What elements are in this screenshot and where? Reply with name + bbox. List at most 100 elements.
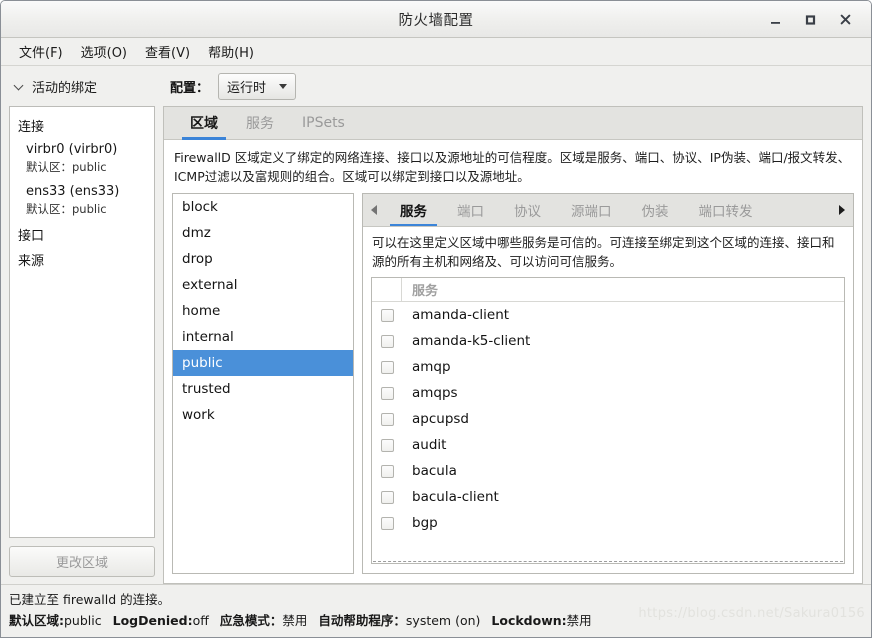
title-bar: 防火墙配置 [1,1,871,38]
window-controls [768,12,871,27]
connection-item[interactable]: ens33 (ens33) 默认区：public [10,180,154,222]
active-bindings-label: 活动的绑定 [32,80,98,96]
service-checkbox[interactable] [372,386,402,400]
status-automatic-helpers-key: 自动帮助程序： [318,613,406,628]
tab-zones[interactable]: 区域 [176,107,232,140]
service-name: bacula [412,463,457,479]
service-name: amqp [412,359,451,375]
minimize-icon[interactable] [768,12,783,27]
zone-list-item[interactable]: block [173,194,353,220]
subtab-source-ports[interactable]: 源端口 [556,194,627,226]
table-row[interactable]: audit [372,432,844,458]
subtab-services[interactable]: 服务 [385,194,442,226]
services-table-header: 服务 [372,278,844,302]
zones-description: FirewallD 区域定义了绑定的网络连接、接口以及源地址的可信程度。区域是服… [174,150,851,184]
service-checkbox[interactable] [372,490,402,504]
subtab-ports[interactable]: 端口 [442,194,499,226]
maximize-icon[interactable] [803,12,818,27]
service-name: bacula-client [412,489,499,505]
connection-name: ens33 (ens33) [26,184,120,199]
change-zone-button[interactable]: 更改区域 [9,546,155,577]
status-panic-mode: 应急模式：禁用 [220,613,308,628]
zone-detail-tabs: 服务 端口 协议 源端口 伪装 端口转发 [385,194,831,226]
menu-item-file[interactable]: 文件(F) [10,39,72,64]
subtab-protocols[interactable]: 协议 [499,194,556,226]
sidebar-group-connections[interactable]: 连接 [10,113,154,138]
configuration-select[interactable]: 运行时 [218,72,297,100]
status-automatic-helpers-value: system (on) [405,613,481,628]
service-name: amanda-k5-client [412,333,531,349]
menu-item-view[interactable]: 查看(V) [136,39,199,64]
chevron-right-icon[interactable] [831,194,853,226]
zone-list-item[interactable]: trusted [173,376,353,402]
zones-panes: block dmz drop external home internal pu… [164,193,862,583]
zone-list-item[interactable]: dmz [173,220,353,246]
status-bar: 已建立至 firewalld 的连接。 默认区域:public LogDenied… [1,584,871,637]
zone-list-item-selected[interactable]: public [173,350,353,376]
table-row[interactable]: apcupsd [372,406,844,432]
window-body: 连接 virbr0 (virbr0) 默认区：public ens33 (ens… [1,106,871,584]
service-name: audit [412,437,447,453]
service-checkbox[interactable] [372,464,402,478]
zone-list-item[interactable]: internal [173,324,353,350]
service-name: apcupsd [412,411,469,427]
services-description: 可以在这里定义区域中哪些服务是可信的。可连接至绑定到这个区域的连接、接口和源的所… [372,235,835,269]
status-logdenied-value: off [192,613,209,628]
service-checkbox[interactable] [372,412,402,426]
status-logdenied: LogDenied:off [113,613,209,628]
main-panel: 区域 服务 IPSets FirewallD 区域定义了绑定的网络连接、接口以及… [163,106,863,584]
chevron-down-icon [279,83,288,89]
chevron-down-icon [15,81,25,91]
status-default-zone-value: public [64,613,102,628]
service-name: amanda-client [412,307,510,323]
service-checkbox[interactable] [372,438,402,452]
table-row[interactable]: bgp [372,510,844,536]
service-checkbox[interactable] [372,334,402,348]
status-automatic-helpers: 自动帮助程序：system (on) [318,613,480,628]
zone-list-item[interactable]: work [173,402,353,428]
connection-name: virbr0 (virbr0) [26,142,118,157]
sidebar: 连接 virbr0 (virbr0) 默认区：public ens33 (ens… [1,106,161,584]
status-default-zone-key: 默认区域: [9,613,64,628]
connection-status-text: 已建立至 firewalld 的连接。 [9,592,171,607]
table-row[interactable]: amanda-client [372,302,844,328]
subtab-masquerading[interactable]: 伪装 [627,194,684,226]
service-checkbox[interactable] [372,516,402,530]
zone-list-item[interactable]: drop [173,246,353,272]
service-checkbox[interactable] [372,308,402,322]
tab-services[interactable]: 服务 [232,107,288,139]
menu-item-help[interactable]: 帮助(H) [199,39,263,64]
menu-item-options[interactable]: 选项(O) [72,39,136,64]
toolbar-row: 活动的绑定 配置： 运行时 [1,66,871,106]
zone-list-item[interactable]: external [173,272,353,298]
table-row[interactable]: amqp [372,354,844,380]
zone-detail-tab-bar: 服务 端口 协议 源端口 伪装 端口转发 [363,194,853,227]
window-title: 防火墙配置 [398,12,474,29]
table-row[interactable]: amanda-k5-client [372,328,844,354]
zone-list-item[interactable]: home [173,298,353,324]
table-row[interactable]: amqps [372,380,844,406]
status-lockdown-key: Lockdown: [491,613,567,628]
service-name: bgp [412,515,438,531]
zone-detail-panel: 服务 端口 协议 源端口 伪装 端口转发 可以在这里定义区域中哪些服务是可信的。… [362,193,854,574]
main-tab-bar: 区域 服务 IPSets [164,107,862,140]
status-panic-mode-key: 应急模式： [219,613,283,628]
sidebar-group-sources[interactable]: 来源 [10,247,154,272]
table-row[interactable]: bacula-client [372,484,844,510]
active-bindings-tree[interactable]: 连接 virbr0 (virbr0) 默认区：public ens33 (ens… [9,106,155,538]
active-bindings-toggle[interactable]: 活动的绑定 [1,77,161,96]
chevron-left-icon[interactable] [363,194,385,226]
tab-ipsets[interactable]: IPSets [288,107,359,139]
configuration-label: 配置： [170,80,210,96]
table-row[interactable]: bacula [372,458,844,484]
services-table[interactable]: 服务 amanda-client amanda-k5-client amqp a… [371,277,845,564]
status-summary: 默认区域:public LogDenied:off 应急模式：禁用 自动帮助程序：sy… [9,611,863,631]
status-panic-mode-value: 禁用 [282,613,308,628]
connection-item[interactable]: virbr0 (virbr0) 默认区：public [10,138,154,180]
close-icon[interactable] [838,12,853,27]
subtab-port-forwarding[interactable]: 端口转发 [684,194,768,226]
configuration-select-value: 运行时 [227,80,267,96]
zone-list[interactable]: block dmz drop external home internal pu… [172,193,354,574]
sidebar-group-interfaces[interactable]: 接口 [10,222,154,247]
service-checkbox[interactable] [372,360,402,374]
